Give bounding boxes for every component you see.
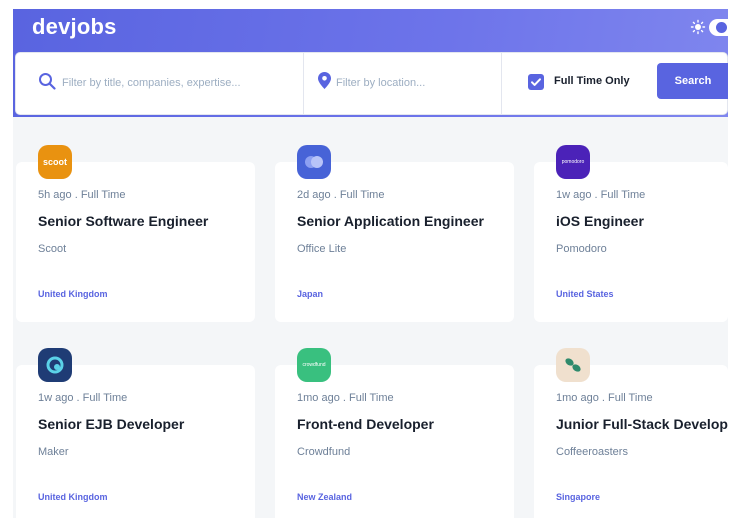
maker-logo-icon [46, 356, 64, 374]
company-logo: scoot [38, 145, 72, 179]
search-divider [501, 53, 502, 114]
job-card[interactable]: 2d ago . Full Time Senior Application En… [275, 145, 514, 322]
job-card[interactable]: pomodoro 1w ago . Full Time iOS Engineer… [534, 145, 728, 322]
job-card[interactable]: 1w ago . Full Time Senior EJB Developer … [16, 348, 255, 518]
theme-toggle-knob [716, 22, 727, 33]
company-logo [38, 348, 72, 382]
page: devjobs Filter by title, companies, expe… [13, 9, 728, 518]
company-logo-text: pomodoro [561, 159, 585, 165]
full-time-label[interactable]: Full Time Only [554, 75, 630, 87]
company-logo: crowdfund [297, 348, 331, 382]
job-company: Office Lite [297, 243, 347, 255]
job-company: Scoot [38, 243, 67, 255]
company-logo-text: crowdfund [302, 362, 326, 368]
check-icon [531, 78, 541, 86]
job-location: Singapore [556, 492, 601, 502]
full-time-checkbox[interactable] [528, 74, 544, 90]
job-company: Maker [38, 446, 69, 458]
sun-icon [690, 19, 706, 35]
job-location: Japan [297, 289, 324, 299]
job-meta: 1mo ago . Full Time [297, 392, 394, 404]
search-bar: Full Time Only Search [15, 52, 728, 115]
job-title[interactable]: Senior EJB Developer [38, 416, 184, 432]
location-filter-input[interactable] [336, 68, 511, 98]
job-title[interactable]: Senior Application Engineer [297, 213, 484, 229]
devjobs-logo[interactable]: devjobs [32, 14, 117, 40]
office-lite-logo-icon [305, 156, 323, 168]
job-location: United Kingdom [38, 492, 108, 502]
job-title[interactable]: iOS Engineer [556, 213, 644, 229]
search-icon [39, 73, 56, 90]
company-logo: pomodoro [556, 145, 590, 179]
search-divider [303, 53, 304, 114]
job-title[interactable]: Front-end Developer [297, 416, 434, 432]
search-button[interactable]: Search [657, 63, 728, 99]
job-title[interactable]: Senior Software Engineer [38, 213, 208, 229]
job-company: Coffeeroasters [556, 446, 628, 458]
job-title[interactable]: Junior Full-Stack Developer [556, 416, 728, 432]
title-filter-input[interactable] [62, 68, 300, 98]
job-meta: 2d ago . Full Time [297, 189, 385, 201]
job-location: United States [556, 289, 614, 299]
coffee-bean-icon [565, 358, 581, 372]
job-location: United Kingdom [38, 289, 108, 299]
job-company: Pomodoro [556, 243, 607, 255]
job-location: New Zealand [297, 492, 353, 502]
location-pin-icon [318, 72, 331, 89]
company-logo-text: scoot [42, 157, 67, 167]
job-card[interactable]: crowdfund 1mo ago . Full Time Front-end … [275, 348, 514, 518]
job-company: Crowdfund [297, 446, 351, 458]
job-meta: 1w ago . Full Time [556, 189, 646, 201]
theme-toggle[interactable] [709, 19, 728, 36]
job-card[interactable]: 1mo ago . Full Time Junior Full-Stack De… [534, 348, 728, 518]
company-logo [297, 145, 331, 179]
job-meta: 5h ago . Full Time [38, 189, 126, 201]
job-card[interactable]: scoot 5h ago . Full Time Senior Software… [16, 145, 255, 322]
job-meta: 1w ago . Full Time [38, 392, 128, 404]
job-meta: 1mo ago . Full Time [556, 392, 653, 404]
company-logo [556, 348, 590, 382]
